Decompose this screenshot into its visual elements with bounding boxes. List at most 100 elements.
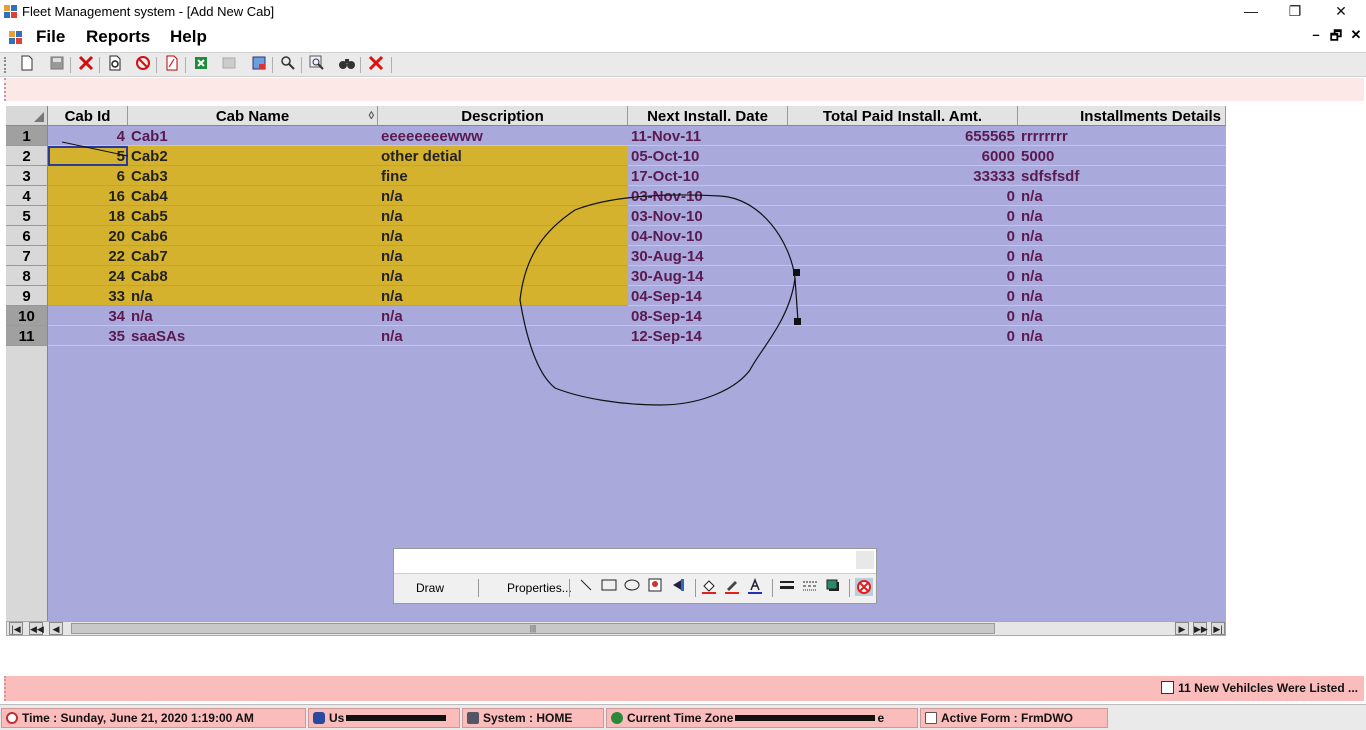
- cell-installments-details[interactable]: n/a: [1018, 246, 1226, 266]
- column-header-next-install-date[interactable]: Next Install. Date: [628, 106, 788, 126]
- scroll-thumb[interactable]: |||: [71, 623, 995, 634]
- row-header[interactable]: 2: [6, 146, 48, 166]
- cell-cab-name[interactable]: Cab3: [128, 166, 378, 186]
- cell-cab-name[interactable]: Cab2: [128, 146, 378, 166]
- scroll-right-button[interactable]: ▶: [1175, 622, 1189, 635]
- scroll-last-button[interactable]: ▶|: [1211, 622, 1225, 635]
- mdi-restore-button[interactable]: 🗗: [1328, 27, 1344, 49]
- cell-cab-name[interactable]: Cab7: [128, 246, 378, 266]
- binoculars-icon[interactable]: [337, 55, 357, 75]
- cell-cab-name[interactable]: Cab6: [128, 226, 378, 246]
- scroll-first-button[interactable]: |◀: [9, 622, 23, 635]
- new-icon[interactable]: [17, 55, 37, 75]
- cell-installments-details[interactable]: sdfsfsdf: [1018, 166, 1226, 186]
- cell-next-install-date[interactable]: 30-Aug-14: [628, 266, 788, 286]
- cell-next-install-date[interactable]: 17-Oct-10: [628, 166, 788, 186]
- cell-installments-details[interactable]: rrrrrrrr: [1018, 126, 1226, 146]
- image-icon[interactable]: [645, 578, 665, 598]
- cell-cab-name[interactable]: n/a: [128, 286, 378, 306]
- cell-total-paid[interactable]: 0: [788, 226, 1018, 246]
- draw-toolbar-titlebar[interactable]: [394, 549, 876, 574]
- grid-corner[interactable]: [6, 106, 48, 126]
- cell-next-install-date[interactable]: 04-Sep-14: [628, 286, 788, 306]
- ellipse-icon[interactable]: [622, 578, 642, 598]
- pen-color-icon[interactable]: [722, 578, 742, 598]
- cell-total-paid[interactable]: 0: [788, 186, 1018, 206]
- cell-cab-id[interactable]: 4: [48, 126, 128, 146]
- cell-cab-name[interactable]: saaSAs: [128, 326, 378, 346]
- line-weight-icon[interactable]: [777, 578, 797, 598]
- column-header-installments-details[interactable]: Installments Details: [1018, 106, 1226, 126]
- cell-total-paid[interactable]: 0: [788, 206, 1018, 226]
- dash-style-icon[interactable]: [800, 578, 820, 598]
- cell-installments-details[interactable]: n/a: [1018, 266, 1226, 286]
- cell-next-install-date[interactable]: 12-Sep-14: [628, 326, 788, 346]
- window-minimize-button[interactable]: —: [1236, 2, 1266, 22]
- cell-cab-name[interactable]: n/a: [128, 306, 378, 326]
- row-header[interactable]: 7: [6, 246, 48, 266]
- print-preview-icon[interactable]: [105, 55, 125, 75]
- column-header-total-paid[interactable]: Total Paid Install. Amt.: [788, 106, 1018, 126]
- cell-description[interactable]: n/a: [378, 286, 628, 306]
- cell-next-install-date[interactable]: 08-Sep-14: [628, 306, 788, 326]
- cell-cab-id[interactable]: 24: [48, 266, 128, 286]
- tools-icon[interactable]: [278, 55, 298, 75]
- cell-description[interactable]: n/a: [378, 226, 628, 246]
- cell-total-paid[interactable]: 0: [788, 246, 1018, 266]
- cell-cab-id[interactable]: 20: [48, 226, 128, 246]
- cell-total-paid[interactable]: 0: [788, 286, 1018, 306]
- delete-icon[interactable]: [76, 55, 96, 75]
- cell-next-install-date[interactable]: 11-Nov-11: [628, 126, 788, 146]
- mdi-close-button[interactable]: ✕: [1348, 27, 1364, 43]
- cell-installments-details[interactable]: n/a: [1018, 286, 1226, 306]
- row-header[interactable]: 1: [6, 126, 48, 146]
- cell-cab-id[interactable]: 16: [48, 186, 128, 206]
- cell-cab-id[interactable]: 5: [48, 146, 128, 166]
- cell-next-install-date[interactable]: 30-Aug-14: [628, 246, 788, 266]
- menu-reports[interactable]: Reports: [86, 27, 150, 47]
- export-icon[interactable]: [249, 55, 269, 75]
- row-header[interactable]: 6: [6, 226, 48, 246]
- pdf-icon[interactable]: [162, 55, 182, 75]
- toolbar-grip[interactable]: [4, 57, 7, 73]
- window-restore-button[interactable]: ❐: [1280, 2, 1310, 22]
- cab-grid[interactable]: Cab Id Cab Name ◊ Description Next Insta…: [6, 106, 1226, 621]
- cell-installments-details[interactable]: n/a: [1018, 226, 1226, 246]
- line-icon[interactable]: [576, 578, 596, 598]
- cell-cab-id[interactable]: 33: [48, 286, 128, 306]
- cell-installments-details[interactable]: 5000: [1018, 146, 1226, 166]
- scroll-left-button[interactable]: ◀: [49, 622, 63, 635]
- grid-horizontal-scrollbar[interactable]: |◀ ◀◀ ◀ ||| ▶ ▶▶ ▶|: [6, 621, 1226, 636]
- row-header[interactable]: 9: [6, 286, 48, 306]
- draw-toolbar-close-button[interactable]: [856, 551, 874, 569]
- row-header[interactable]: 4: [6, 186, 48, 206]
- column-header-cab-name[interactable]: Cab Name ◊: [128, 106, 378, 126]
- stop-drawing-icon[interactable]: [854, 578, 874, 598]
- cell-total-paid[interactable]: 0: [788, 306, 1018, 326]
- cell-next-install-date[interactable]: 05-Oct-10: [628, 146, 788, 166]
- zoom-icon[interactable]: [307, 55, 327, 75]
- scroll-next-page-button[interactable]: ▶▶: [1193, 622, 1208, 635]
- cell-description[interactable]: fine: [378, 166, 628, 186]
- rectangle-icon[interactable]: [599, 578, 619, 598]
- cell-cab-name[interactable]: Cab4: [128, 186, 378, 206]
- cell-total-paid[interactable]: 655565: [788, 126, 1018, 146]
- cell-cab-name[interactable]: Cab5: [128, 206, 378, 226]
- cell-next-install-date[interactable]: 03-Nov-10: [628, 206, 788, 226]
- cell-installments-details[interactable]: n/a: [1018, 306, 1226, 326]
- cell-cab-id[interactable]: 22: [48, 246, 128, 266]
- column-header-description[interactable]: Description: [378, 106, 628, 126]
- menu-help[interactable]: Help: [170, 27, 207, 47]
- menu-file[interactable]: File: [36, 27, 65, 47]
- cell-description[interactable]: n/a: [378, 306, 628, 326]
- cell-cab-id[interactable]: 35: [48, 326, 128, 346]
- font-color-icon[interactable]: [745, 577, 765, 598]
- cell-total-paid[interactable]: 33333: [788, 166, 1018, 186]
- cell-cab-id[interactable]: 18: [48, 206, 128, 226]
- cell-description[interactable]: n/a: [378, 186, 628, 206]
- cell-next-install-date[interactable]: 03-Nov-10: [628, 186, 788, 206]
- notification-message[interactable]: 11 New Vehilcles Were Listed ...: [1161, 681, 1358, 695]
- cell-installments-details[interactable]: n/a: [1018, 186, 1226, 206]
- cell-description[interactable]: n/a: [378, 206, 628, 226]
- arrow-icon[interactable]: [668, 578, 688, 598]
